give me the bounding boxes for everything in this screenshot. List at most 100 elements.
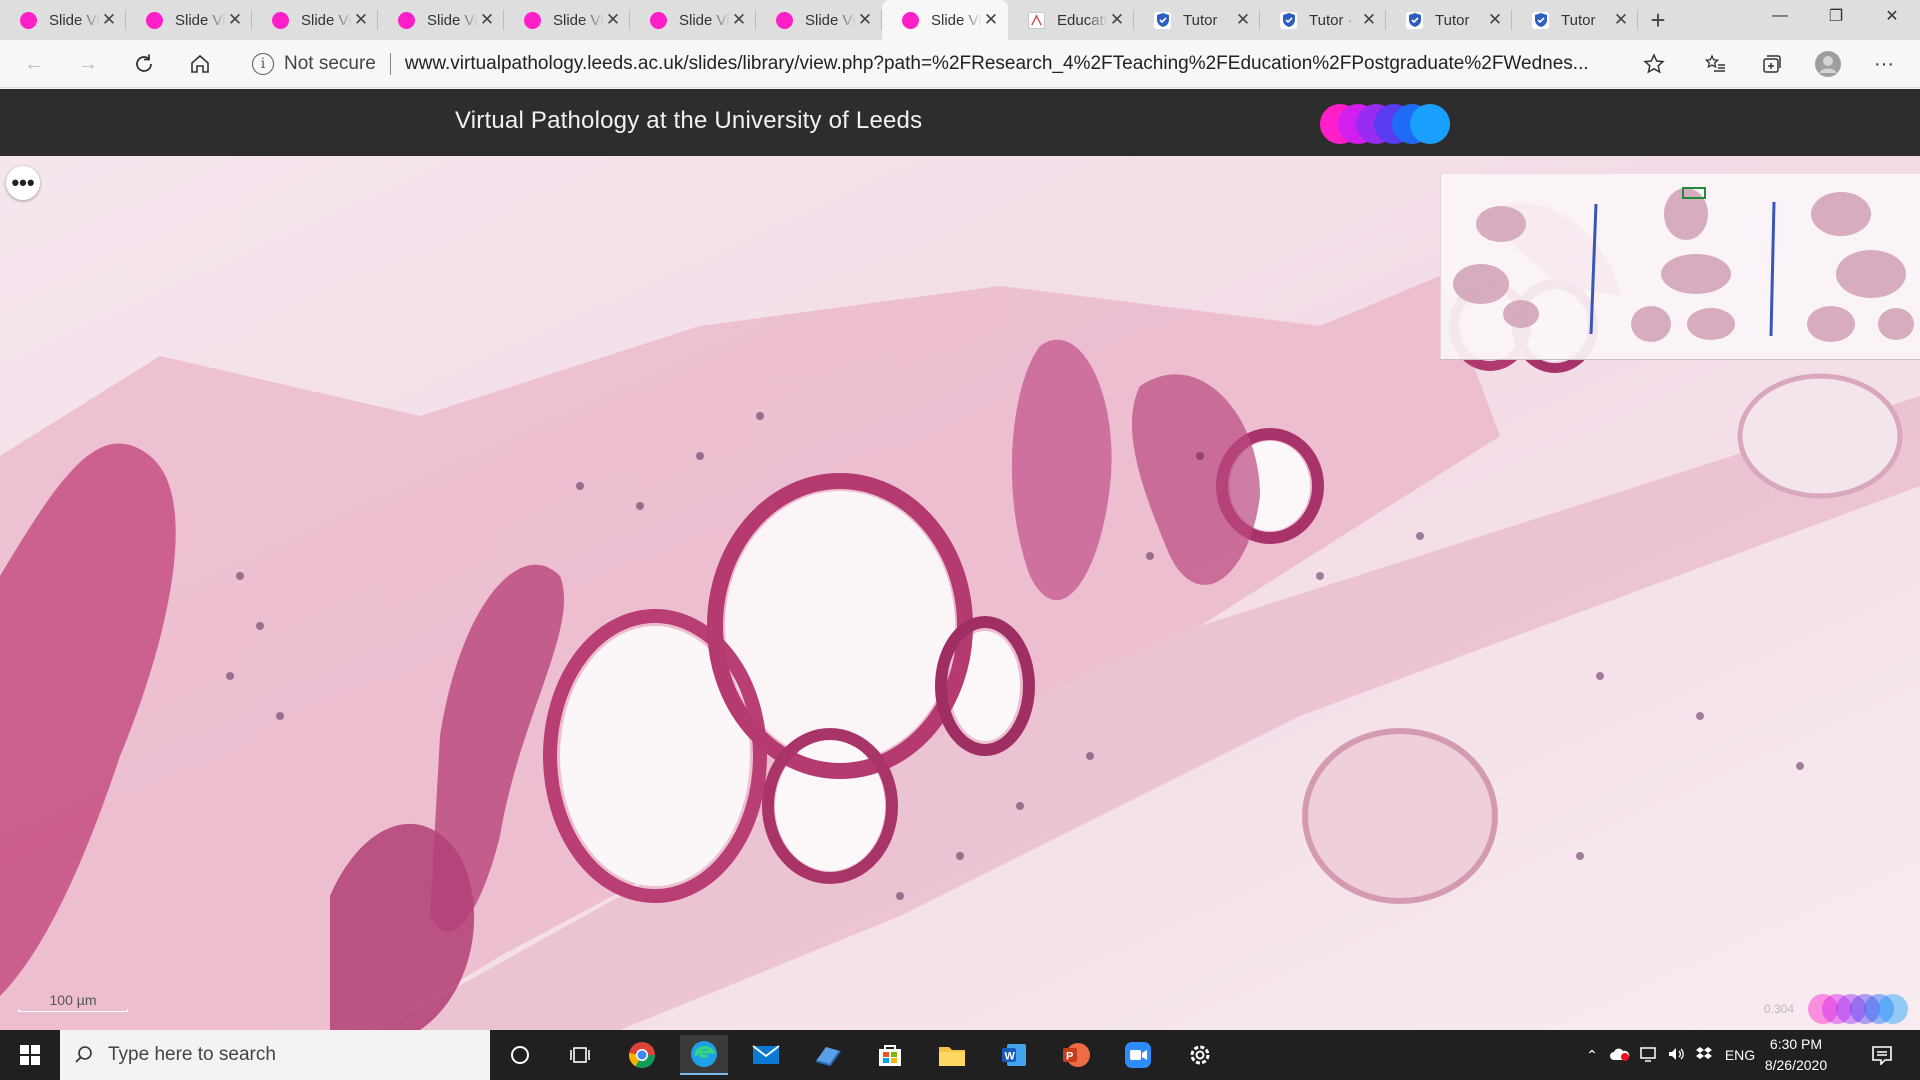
site-favicon-icon bbox=[272, 11, 289, 29]
taskbar-chrome[interactable] bbox=[618, 1035, 666, 1075]
shield-favicon-icon bbox=[1280, 11, 1297, 29]
tab-title: Slide Viewer bbox=[175, 11, 226, 29]
taskbar-zoom[interactable] bbox=[1114, 1035, 1162, 1075]
tab-close-icon[interactable]: ✕ bbox=[1486, 10, 1504, 30]
browser-tab[interactable]: Tutor · ✕ bbox=[1260, 0, 1386, 40]
tab-title: Slide Viewer bbox=[427, 11, 478, 29]
search-placeholder: Type here to search bbox=[108, 1044, 276, 1065]
page-title: Virtual Pathology at the University of L… bbox=[455, 107, 923, 134]
volume-icon[interactable] bbox=[1662, 1046, 1690, 1065]
collections-button[interactable] bbox=[1756, 48, 1788, 80]
clock-date: 8/26/2020 bbox=[1764, 1057, 1828, 1073]
browser-tab[interactable]: Tutor ✕ bbox=[1512, 0, 1638, 40]
taskbar-word[interactable]: W bbox=[990, 1035, 1038, 1075]
taskbar-edge[interactable] bbox=[680, 1035, 728, 1075]
browser-tab[interactable]: Slide Viewer✕ bbox=[504, 0, 630, 40]
browser-tab[interactable]: Slide Viewer✕ bbox=[882, 0, 1008, 40]
restore-button[interactable]: ❐ bbox=[1808, 0, 1864, 32]
logo-dot bbox=[1410, 104, 1450, 144]
show-hidden-icons-chevron-icon[interactable]: ⌃ bbox=[1578, 1047, 1606, 1064]
scale-bar-line bbox=[18, 1009, 128, 1012]
tab-title: Slide Viewer bbox=[49, 11, 100, 29]
avatar-icon bbox=[1815, 51, 1841, 77]
browser-tab[interactable]: Slide Viewer✕ bbox=[378, 0, 504, 40]
browser-tab[interactable]: Slide Viewer✕ bbox=[252, 0, 378, 40]
windows-taskbar: Type here to search W P ⌃ ENG 6:30 PM 8/… bbox=[0, 1030, 1920, 1080]
tab-close-icon[interactable]: ✕ bbox=[856, 10, 874, 30]
taskbar-clock[interactable]: 6:30 PM 8/26/2020 bbox=[1756, 1034, 1836, 1076]
tab-close-icon[interactable]: ✕ bbox=[1108, 10, 1126, 30]
close-window-button[interactable]: ✕ bbox=[1864, 0, 1920, 32]
address-bar[interactable]: i Not secure www.virtualpathology.leeds.… bbox=[240, 46, 1670, 82]
tab-title: Slide Viewer bbox=[301, 11, 352, 29]
onedrive-cloud-icon[interactable] bbox=[1606, 1047, 1634, 1064]
zoom-level-label: 0.304 bbox=[1764, 1002, 1795, 1016]
task-view-button[interactable] bbox=[556, 1035, 604, 1075]
tab-close-icon[interactable]: ✕ bbox=[478, 10, 496, 30]
document-favicon-icon bbox=[1028, 11, 1045, 29]
taskbar-settings[interactable] bbox=[1176, 1035, 1224, 1075]
task-view-icon bbox=[570, 1047, 590, 1063]
browser-tab[interactable]: Slide Viewer✕ bbox=[756, 0, 882, 40]
tab-title: Slide Viewer bbox=[679, 11, 730, 29]
action-center-button[interactable] bbox=[1858, 1035, 1906, 1075]
browser-tab[interactable]: Slide Viewer✕ bbox=[0, 0, 126, 40]
minimize-button[interactable]: — bbox=[1752, 0, 1808, 32]
browser-tab[interactable]: Slide Viewer✕ bbox=[630, 0, 756, 40]
windows-logo-icon bbox=[20, 1045, 40, 1065]
shield-favicon-icon bbox=[1406, 11, 1423, 29]
tab-title: Educati bbox=[1057, 11, 1108, 29]
network-icon[interactable] bbox=[1634, 1046, 1662, 1065]
tab-close-icon[interactable]: ✕ bbox=[1234, 10, 1252, 30]
taskbar-mail[interactable] bbox=[742, 1035, 790, 1075]
browser-tab[interactable]: Educati ✕ bbox=[1008, 0, 1134, 40]
browser-tab-strip: Slide Viewer✕Slide Viewer✕Slide Viewer✕S… bbox=[0, 0, 1920, 40]
tab-close-icon[interactable]: ✕ bbox=[352, 10, 370, 30]
info-icon[interactable]: i bbox=[252, 53, 274, 75]
forward-button[interactable]: → bbox=[72, 48, 104, 80]
zoom-icon bbox=[1125, 1042, 1151, 1068]
site-logo[interactable] bbox=[1320, 104, 1460, 144]
onedrive-sync-icon bbox=[815, 1047, 841, 1067]
tab-close-icon[interactable]: ✕ bbox=[226, 10, 244, 30]
profile-button[interactable] bbox=[1812, 48, 1844, 80]
tab-close-icon[interactable]: ✕ bbox=[100, 10, 118, 30]
gear-icon bbox=[1190, 1045, 1210, 1065]
browser-tab[interactable]: Tutor ✕ bbox=[1134, 0, 1260, 40]
tab-close-icon[interactable]: ✕ bbox=[1360, 10, 1378, 30]
favorites-button[interactable] bbox=[1700, 48, 1732, 80]
settings-more-button[interactable]: ··· bbox=[1868, 48, 1900, 80]
tab-close-icon[interactable]: ✕ bbox=[1612, 10, 1630, 30]
browser-tab[interactable]: Tutor ✕ bbox=[1386, 0, 1512, 40]
taskbar-file-explorer[interactable] bbox=[928, 1035, 976, 1075]
browser-tab[interactable]: Slide Viewer✕ bbox=[126, 0, 252, 40]
new-tab-button[interactable]: + bbox=[1638, 0, 1678, 40]
taskbar-store[interactable] bbox=[866, 1035, 914, 1075]
taskbar-app-blue[interactable] bbox=[804, 1035, 852, 1075]
home-button[interactable] bbox=[184, 48, 216, 80]
tab-close-icon[interactable]: ✕ bbox=[982, 10, 1000, 30]
taskbar-search-box[interactable]: Type here to search bbox=[60, 1030, 490, 1080]
tab-close-icon[interactable]: ✕ bbox=[730, 10, 748, 30]
slide-overview-minimap[interactable] bbox=[1440, 174, 1920, 360]
favorite-star-button[interactable] bbox=[1638, 48, 1670, 80]
url-text[interactable]: www.virtualpathology.leeds.ac.uk/slides/… bbox=[405, 53, 1670, 75]
tab-title: Tutor bbox=[1561, 11, 1596, 29]
site-favicon-icon bbox=[524, 11, 541, 29]
cortana-button[interactable] bbox=[496, 1035, 544, 1075]
slide-viewer[interactable]: ••• 100 µm 0.304 bbox=[0, 156, 1920, 1030]
tab-title: Tutor bbox=[1183, 11, 1218, 29]
taskbar-powerpoint[interactable]: P bbox=[1052, 1035, 1100, 1075]
star-icon bbox=[1643, 53, 1665, 74]
clock-time: 6:30 PM bbox=[1769, 1036, 1823, 1052]
viewer-watermark-logo bbox=[1808, 994, 1914, 1024]
tab-title: Slide Viewer bbox=[931, 11, 982, 29]
refresh-button[interactable] bbox=[128, 48, 160, 80]
start-button[interactable] bbox=[0, 1030, 60, 1080]
back-button[interactable]: ← bbox=[18, 48, 50, 80]
svg-text:W: W bbox=[1005, 1051, 1016, 1063]
tab-close-icon[interactable]: ✕ bbox=[604, 10, 622, 30]
viewer-menu-button[interactable]: ••• bbox=[6, 166, 40, 200]
dropbox-icon[interactable] bbox=[1690, 1046, 1718, 1065]
refresh-icon bbox=[136, 54, 152, 72]
